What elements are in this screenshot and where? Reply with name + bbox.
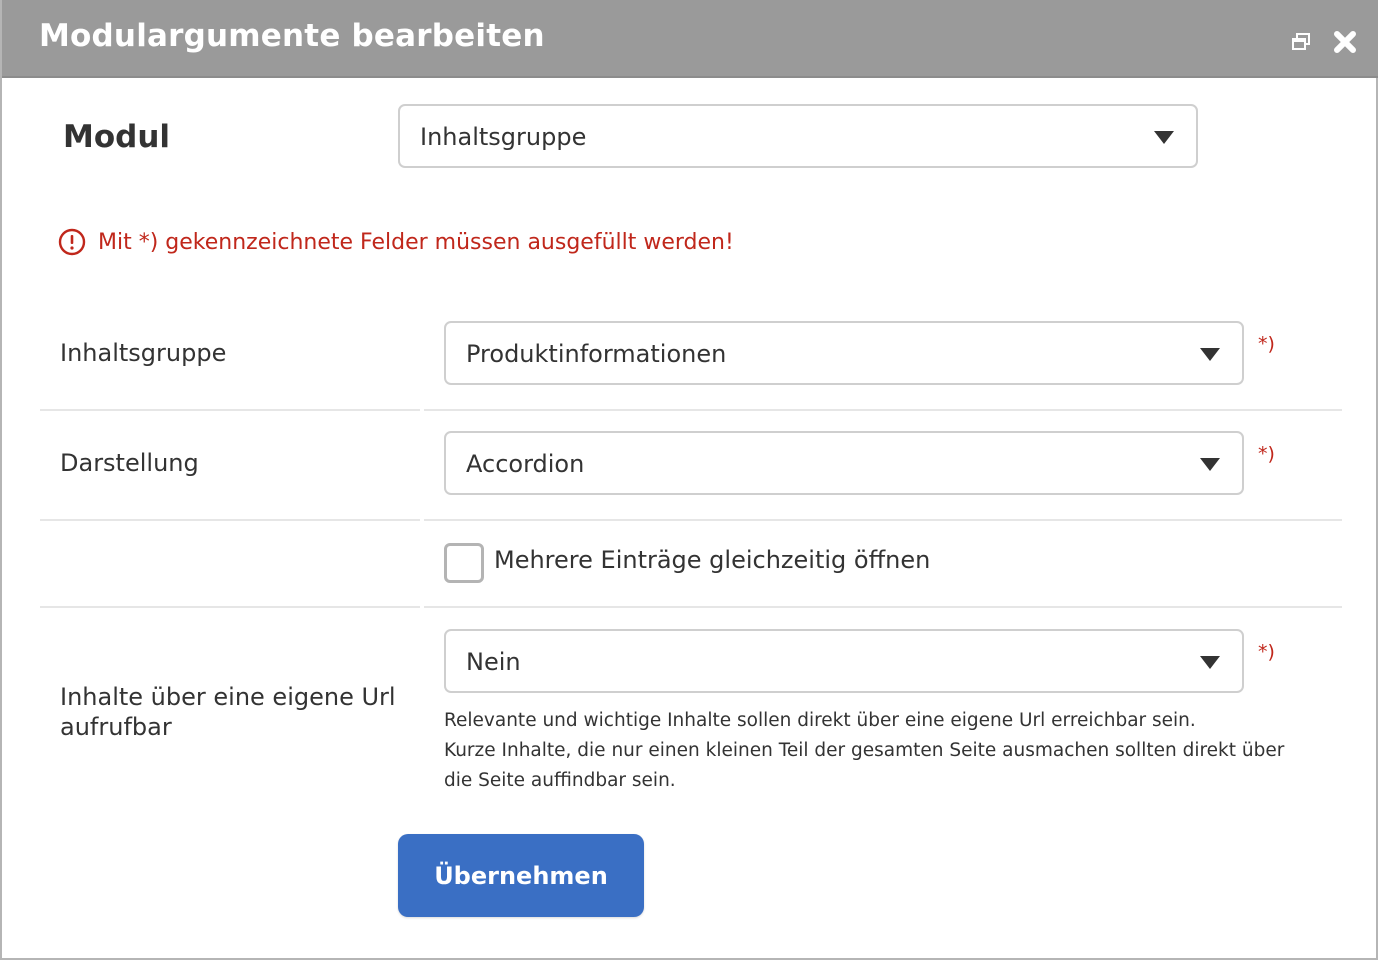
darstellung-label: Darstellung — [60, 449, 199, 477]
close-icon[interactable] — [1333, 30, 1357, 54]
required-fields-notice: Mit *) gekennzeichnete Felder müssen aus… — [58, 227, 734, 257]
help-line: Relevante und wichtige Inhalte sollen di… — [444, 710, 1196, 731]
help-line: die Seite auffindbar sein. — [444, 770, 676, 791]
help-line: Kurze Inhalte, die nur einen kleinen Tei… — [444, 740, 1285, 761]
dialog-title: Modulargumente bearbeiten — [39, 18, 545, 54]
row-divider — [424, 519, 1342, 521]
row-divider — [424, 409, 1342, 411]
apply-button[interactable]: Übernehmen — [398, 834, 644, 917]
own-url-select-value: Nein — [466, 648, 521, 676]
darstellung-select[interactable]: Accordion — [444, 431, 1244, 495]
multi-open-checkbox-label[interactable]: Mehrere Einträge gleichzeitig öffnen — [494, 546, 930, 574]
row-divider — [40, 409, 420, 411]
chevron-down-icon — [1154, 131, 1174, 144]
alert-circle-icon — [58, 228, 86, 256]
own-url-select[interactable]: Nein — [444, 629, 1244, 693]
restore-icon[interactable] — [1290, 31, 1312, 53]
own-url-label: Inhalte über eine eigene Url aufrufbar — [60, 683, 396, 741]
required-marker: *) — [1258, 641, 1275, 663]
multi-open-checkbox[interactable] — [444, 543, 484, 583]
dialog-titlebar: Modulargumente bearbeiten — [2, 0, 1378, 78]
modul-select-value: Inhaltsgruppe — [420, 123, 587, 151]
chevron-down-icon — [1200, 348, 1220, 361]
darstellung-select-value: Accordion — [466, 450, 585, 478]
modul-select[interactable]: Inhaltsgruppe — [398, 104, 1198, 168]
required-marker: *) — [1258, 443, 1275, 465]
required-marker: *) — [1258, 333, 1275, 355]
modul-label: Modul — [63, 119, 171, 155]
own-url-help-text: Relevante und wichtige Inhalte sollen di… — [444, 706, 1344, 796]
required-fields-notice-text: Mit *) gekennzeichnete Felder müssen aus… — [98, 229, 734, 255]
inhaltsgruppe-select-value: Produktinformationen — [466, 340, 727, 368]
row-divider — [40, 606, 420, 608]
row-divider — [424, 606, 1342, 608]
chevron-down-icon — [1200, 656, 1220, 669]
edit-module-arguments-dialog: Modulargumente bearbeiten Modul Inhaltsg… — [0, 0, 1378, 960]
inhaltsgruppe-select[interactable]: Produktinformationen — [444, 321, 1244, 385]
inhaltsgruppe-label: Inhaltsgruppe — [60, 339, 227, 367]
chevron-down-icon — [1200, 458, 1220, 471]
row-divider — [40, 519, 420, 521]
